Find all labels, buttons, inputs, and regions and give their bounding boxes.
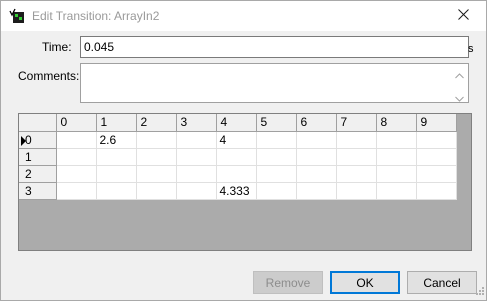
grid-cell[interactable] (336, 165, 377, 183)
grid-cell[interactable] (416, 165, 457, 183)
grid-header-row: 0 1 2 3 4 5 6 7 8 9 (19, 114, 457, 132)
column-header[interactable]: 5 (256, 114, 297, 132)
comments-scrollbar[interactable] (451, 64, 468, 102)
grid-cell[interactable] (96, 165, 137, 183)
grid-cell[interactable]: 4 (216, 131, 257, 149)
grid-cell[interactable] (296, 182, 337, 200)
grid-cell[interactable] (256, 131, 297, 149)
grid-cell[interactable] (256, 182, 297, 200)
chevron-down-icon[interactable] (455, 91, 464, 105)
grid-cell[interactable] (136, 182, 177, 200)
row-header[interactable]: 1 (19, 148, 57, 166)
grid-cell[interactable] (376, 131, 417, 149)
grid-cell[interactable] (216, 165, 257, 183)
grid-cell[interactable] (336, 131, 377, 149)
cancel-button[interactable]: Cancel (407, 271, 477, 294)
table-row: 0 2.6 4 (19, 131, 457, 149)
column-header[interactable]: 8 (376, 114, 417, 132)
window-title: Edit Transition: ArrayIn2 (32, 9, 160, 23)
table-row: 2 (19, 165, 457, 183)
close-button[interactable] (440, 1, 486, 31)
row-header[interactable]: 0 (19, 131, 57, 149)
grid-cell[interactable] (216, 148, 257, 166)
edit-transition-dialog: Edit Transition: ArrayIn2 Time: s Commen… (0, 0, 487, 301)
column-header[interactable]: 6 (296, 114, 337, 132)
grid-cell[interactable] (136, 165, 177, 183)
column-header[interactable]: 0 (56, 114, 97, 132)
grid-cell[interactable] (56, 148, 97, 166)
grid-cell[interactable] (96, 182, 137, 200)
grid-cell[interactable] (336, 148, 377, 166)
column-header[interactable]: 9 (416, 114, 457, 132)
ok-button[interactable]: OK (330, 271, 400, 294)
column-header[interactable]: 2 (136, 114, 177, 132)
grid-cell[interactable] (56, 182, 97, 200)
remove-button[interactable]: Remove (253, 271, 323, 294)
row-header[interactable]: 2 (19, 165, 57, 183)
data-grid: 0 1 2 3 4 5 6 7 8 9 0 2.6 4 1 2 3 4.333 (18, 113, 472, 251)
current-row-marker-icon (21, 135, 26, 146)
grid-cell[interactable] (416, 148, 457, 166)
table-row: 1 (19, 148, 457, 166)
grid-cell[interactable]: 2.6 (96, 131, 137, 149)
grid-cell[interactable] (56, 165, 97, 183)
grid-cell[interactable] (296, 131, 337, 149)
grid-cell[interactable] (416, 182, 457, 200)
time-input[interactable] (80, 36, 469, 58)
grid-cell[interactable] (176, 148, 217, 166)
column-header[interactable]: 7 (336, 114, 377, 132)
grid-cell[interactable] (136, 131, 177, 149)
chevron-up-icon[interactable] (455, 68, 464, 82)
comments-textarea[interactable] (80, 63, 469, 103)
row-header[interactable]: 3 (19, 182, 57, 200)
grid-cell[interactable] (296, 148, 337, 166)
grid-cell[interactable] (376, 165, 417, 183)
column-header[interactable]: 3 (176, 114, 217, 132)
comments-label: Comments: (18, 69, 80, 83)
grid-cell[interactable] (96, 148, 137, 166)
grid-cell[interactable] (376, 148, 417, 166)
grid-cell[interactable] (176, 182, 217, 200)
grid-cell[interactable] (56, 131, 97, 149)
time-unit-label: s (468, 43, 474, 55)
grid-corner-cell[interactable] (19, 114, 57, 132)
grid-cell[interactable] (256, 148, 297, 166)
close-icon (457, 9, 469, 23)
resize-grip-icon[interactable] (474, 284, 484, 298)
title-bar: Edit Transition: ArrayIn2 (1, 1, 486, 31)
grid-cell[interactable] (176, 131, 217, 149)
column-header[interactable]: 4 (216, 114, 257, 132)
grid-cell[interactable] (136, 148, 177, 166)
table-row: 3 4.333 (19, 182, 457, 200)
column-header[interactable]: 1 (96, 114, 137, 132)
grid-cell[interactable] (416, 131, 457, 149)
grid-cell[interactable] (376, 182, 417, 200)
grid-cell[interactable] (176, 165, 217, 183)
time-label: Time: (42, 40, 72, 54)
grid-cell[interactable] (296, 165, 337, 183)
transition-icon (9, 8, 25, 24)
grid-cell[interactable]: 4.333 (216, 182, 257, 200)
grid-cell[interactable] (256, 165, 297, 183)
grid-cell[interactable] (336, 182, 377, 200)
